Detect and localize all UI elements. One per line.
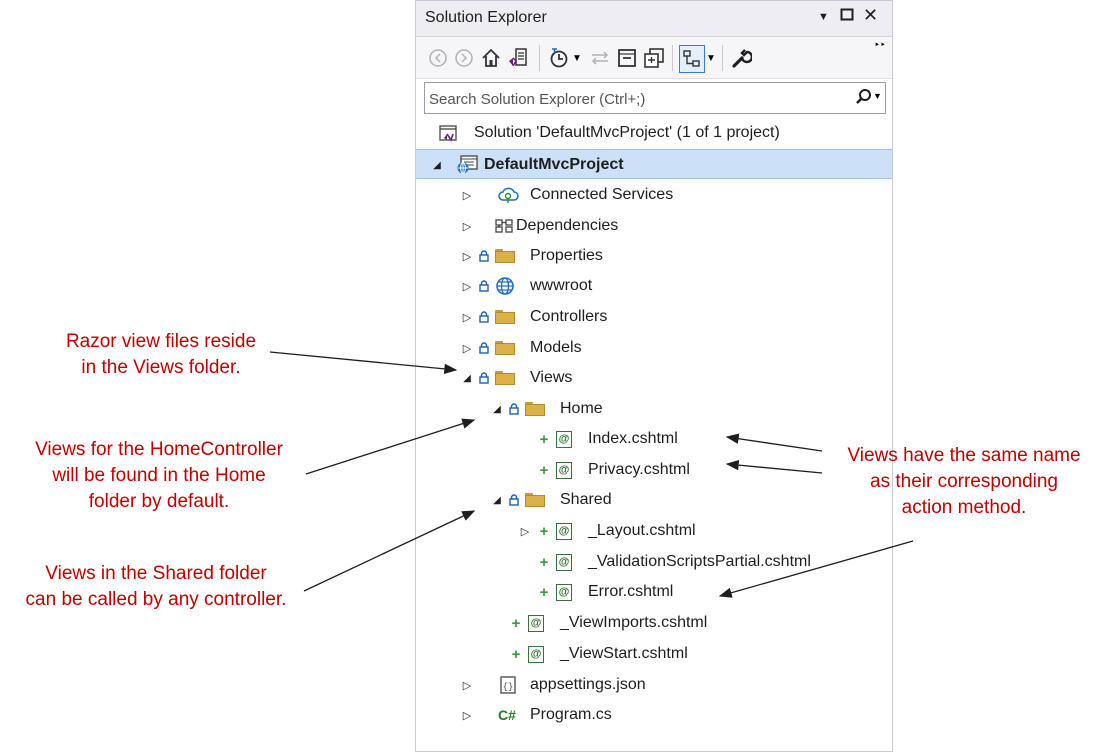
annotation-line: Views have the same name: [847, 445, 1081, 466]
arrow-to-home: [305, 418, 476, 475]
arrow-to-index: [725, 433, 823, 452]
annotation-line: Razor view files reside: [65, 331, 257, 352]
annotation-shared-folder: Views in the Shared folder can be called…: [0, 561, 312, 613]
annotation-line: folder by default.: [88, 491, 230, 512]
annotation-same-name: Views have the same name as their corres…: [820, 443, 1108, 521]
arrow-to-shared: [303, 510, 476, 592]
annotation-line: in the Views folder.: [81, 357, 241, 378]
annotation-line: can be called by any controller.: [25, 589, 287, 610]
arrow-to-error: [718, 540, 914, 598]
arrow-to-privacy: [725, 459, 823, 474]
annotation-line: Views for the HomeController: [35, 439, 283, 460]
annotation-line: Views in the Shared folder: [45, 563, 267, 584]
annotation-home-controller: Views for the HomeController will be fou…: [10, 437, 308, 515]
annotation-line: will be found in the Home: [52, 465, 266, 486]
annotation-line: action method.: [901, 497, 1027, 518]
annotation-line: as their corresponding: [870, 471, 1058, 492]
annotation-razor-views: Razor view files reside in the Views fol…: [12, 329, 310, 381]
